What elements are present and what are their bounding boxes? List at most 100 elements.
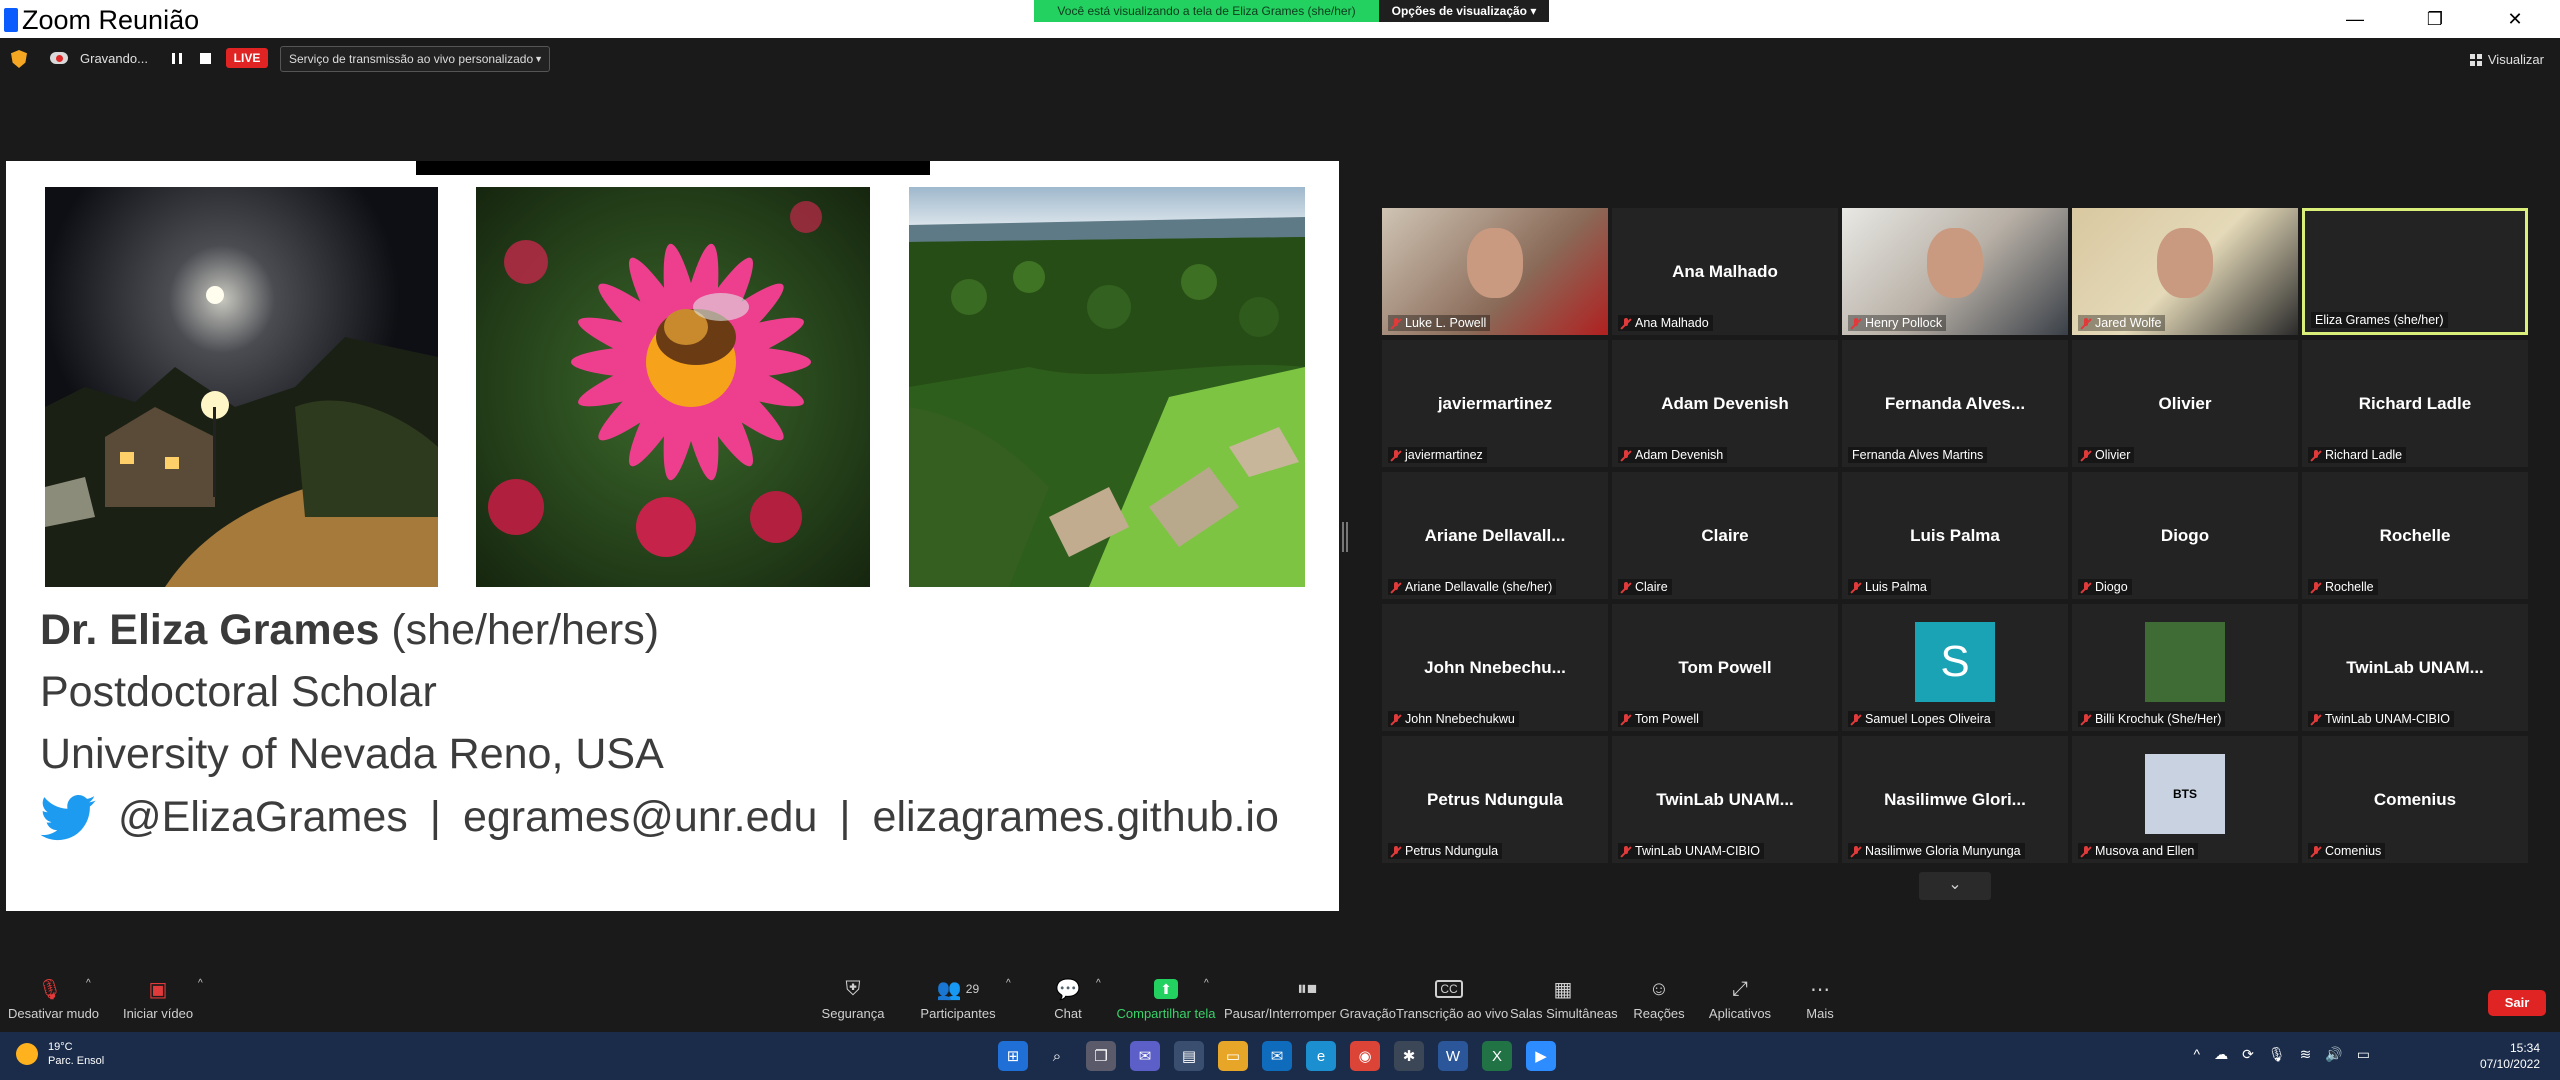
panel-splitter-handle[interactable] [1342, 522, 1348, 552]
task-view-icon[interactable]: ❐ [1086, 1041, 1116, 1071]
word-icon[interactable]: W [1438, 1041, 1468, 1071]
stop-recording-button[interactable] [200, 53, 211, 64]
chat-options-caret[interactable]: ^ [1096, 978, 1101, 989]
file-explorer-icon[interactable]: ▭ [1218, 1041, 1248, 1071]
participant-tile[interactable]: Tom Powell Tom Powell [1612, 604, 1838, 731]
gallery-next-page-button[interactable]: ⌄ [1919, 872, 1991, 900]
participant-tile[interactable]: Adam Devenish Adam Devenish [1612, 340, 1838, 467]
sync-icon[interactable]: ⟳ [2242, 1046, 2254, 1063]
participant-tile[interactable]: Nasilimwe Glori... Nasilimwe Gloria Munyu… [1842, 736, 2068, 863]
system-clock[interactable]: 15:34 07/10/2022 [2480, 1040, 2540, 1072]
pause-recording-label: Pausar/Interromper Gravação [1224, 1006, 1396, 1021]
participants-button[interactable]: 👥 29 Participantes [916, 974, 1000, 1022]
participant-tile[interactable]: Claire Claire [1612, 472, 1838, 599]
participant-tile[interactable]: Luis Palma Luis Palma [1842, 472, 2068, 599]
participant-tile[interactable]: S Samuel Lopes Oliveira [1842, 604, 2068, 731]
participant-tile[interactable]: Ana Malhado Ana Malhado [1612, 208, 1838, 335]
participant-tile[interactable]: Henry Pollock [1842, 208, 2068, 335]
participant-tile[interactable]: Richard Ladle Richard Ladle [2302, 340, 2528, 467]
participant-label: Adam Devenish [1618, 447, 1728, 463]
start-video-button[interactable]: ▣ Iniciar vídeo [118, 974, 198, 1022]
participant-tile[interactable]: Jared Wolfe [2072, 208, 2298, 335]
participant-tile[interactable]: TwinLab UNAM... TwinLab UNAM-CIBIO [1612, 736, 1838, 863]
security-button[interactable]: ⛨ Segurança [818, 974, 888, 1022]
weather-widget[interactable]: 19°C Parc. Ensol [16, 1040, 104, 1068]
participant-tile[interactable]: Petrus Ndungula Petrus Ndungula [1382, 736, 1608, 863]
participant-name: Fernanda Alves Martins [1852, 448, 1984, 462]
excel-icon[interactable]: X [1482, 1041, 1512, 1071]
participant-tile[interactable]: javiermartinez javiermartinez [1382, 340, 1608, 467]
speaker-icon[interactable]: 🔊 [2325, 1046, 2342, 1063]
zoom-window: { "window": { "title": "Zoom Reunião", "… [0, 0, 2560, 1080]
battery-icon[interactable]: ▭ [2357, 1046, 2370, 1063]
edge-browser-icon[interactable]: e [1306, 1041, 1336, 1071]
participant-tile[interactable]: Olivier Olivier [2072, 340, 2298, 467]
participants-options-caret[interactable]: ^ [1006, 978, 1011, 989]
view-button[interactable]: Visualizar [2469, 52, 2544, 67]
wifi-icon[interactable]: ≋ [2300, 1046, 2312, 1063]
audio-options-caret[interactable]: ^ [86, 978, 91, 989]
participant-tile[interactable]: Luke L. Powell [1382, 208, 1608, 335]
pause-recording-button[interactable] [172, 53, 182, 64]
participant-tile[interactable]: BTS Musova and Ellen [2072, 736, 2298, 863]
leave-button[interactable]: Sair [2488, 990, 2546, 1016]
video-options-caret[interactable]: ^ [198, 978, 203, 989]
chrome-icon[interactable]: ◉ [1350, 1041, 1380, 1071]
avatar [2145, 622, 2225, 702]
participant-name: Claire [1635, 580, 1668, 594]
participant-tile[interactable]: Rochelle Rochelle [2302, 472, 2528, 599]
chat-button[interactable]: 💬 Chat [1036, 974, 1100, 1022]
breakout-rooms-button[interactable]: ▦ Salas Simultâneas [1510, 974, 1618, 1022]
chat-label: Chat [1054, 1006, 1082, 1021]
widgets-icon[interactable]: ▤ [1174, 1041, 1204, 1071]
share-screen-icon: ⬆ [1154, 979, 1178, 999]
apps-button[interactable]: ⤢ Aplicativos [1702, 974, 1778, 1022]
windows-start-icon[interactable]: ⊞ [998, 1041, 1028, 1071]
participant-name: Samuel Lopes Oliveira [1865, 712, 1991, 726]
participant-tile[interactable]: Ariane Dellavall... Ariane Dellavalle (sh… [1382, 472, 1608, 599]
teams-chat-icon[interactable]: ✉ [1130, 1041, 1160, 1071]
participant-tile[interactable]: John Nnebechu... John Nnebechukwu [1382, 604, 1608, 731]
chevron-up-icon[interactable]: ^ [2194, 1046, 2201, 1063]
zoom-app-icon[interactable]: ▶ [1526, 1041, 1556, 1071]
participant-tile[interactable]: TwinLab UNAM... TwinLab UNAM-CIBIO [2302, 604, 2528, 731]
share-options-caret[interactable]: ^ [1204, 978, 1209, 989]
live-transcription-button[interactable]: CC Transcrição ao vivo [1396, 974, 1508, 1021]
shield-icon[interactable] [11, 50, 27, 68]
view-options-button[interactable]: Opções de visualização ▾ [1379, 0, 1549, 22]
security-label: Segurança [821, 1006, 885, 1021]
participant-tile[interactable]: Fernanda Alves... Fernanda Alves Martins [1842, 340, 2068, 467]
participant-label: Comenius [2308, 843, 2386, 859]
participant-name: Musova and Ellen [2095, 844, 2195, 858]
slack-icon[interactable]: ✱ [1394, 1041, 1424, 1071]
pause-stop-recording-button[interactable]: ⏸⏹ Pausar/Interromper Gravação [1224, 974, 1396, 1022]
participant-tile[interactable]: Comenius Comenius [2302, 736, 2528, 863]
participant-name-display: Diogo [2160, 526, 2210, 545]
participant-label: Samuel Lopes Oliveira [1848, 711, 1995, 727]
reactions-button[interactable]: ☺ Reações [1626, 974, 1692, 1022]
cloud-icon[interactable]: ☁ [2214, 1046, 2228, 1063]
maximize-button[interactable]: ❐ [2405, 0, 2465, 38]
participant-tile[interactable]: Billi Krochuk (She/Her) [2072, 604, 2298, 731]
participant-tile[interactable]: Diogo Diogo [2072, 472, 2298, 599]
participant-name: Ana Malhado [1635, 316, 1709, 330]
shared-screen[interactable]: Dr. Eliza Grames (she/her/hers) Postdoct… [6, 161, 1339, 911]
live-badge[interactable]: LIVE [226, 48, 268, 68]
meeting-toolbar: 🎙 Desativar mudo ^ ▣ Iniciar vídeo ^ ⛨ S… [0, 970, 2560, 1032]
search-icon[interactable]: ⌕ [1042, 1041, 1072, 1071]
mail-icon[interactable]: ✉ [1262, 1041, 1292, 1071]
minimize-button[interactable]: — [2325, 0, 2385, 38]
participant-name: Comenius [2325, 844, 2382, 858]
participant-name: TwinLab UNAM-CIBIO [1635, 844, 1761, 858]
participant-tile[interactable]: Eliza Grames (she/her) [2302, 208, 2528, 335]
email-text: egrames@unr.edu [462, 793, 818, 841]
more-button[interactable]: ⋯ Mais [1796, 974, 1844, 1022]
window-title: Zoom Reunião [22, 5, 200, 35]
stream-service-select[interactable]: Serviço de transmissão ao vivo personali… [280, 46, 550, 72]
close-button[interactable]: ✕ [2485, 0, 2545, 38]
mute-button[interactable]: 🎙 Desativar mudo [8, 974, 99, 1022]
mic-icon[interactable]: 🎙 [2268, 1046, 2286, 1063]
participant-name: Olivier [2095, 448, 2131, 462]
participant-name: Eliza Grames (she/her) [2315, 313, 2444, 327]
temperature: 19°C [48, 1041, 73, 1053]
